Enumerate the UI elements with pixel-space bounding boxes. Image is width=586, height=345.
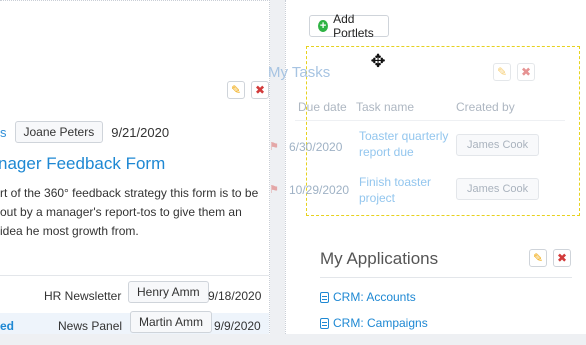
list-item-type: HR Newsletter [44,289,122,303]
list-item[interactable]: HR Newsletter Henry Amm 9/18/2020 [0,281,269,309]
flag-icon: ⚑ [269,141,279,153]
created-by-badge[interactable]: James Cook [456,178,540,200]
bottom-bar [0,334,586,345]
my-applications-actions: ✎ ✖ [529,249,571,267]
delete-button[interactable]: ✖ [251,81,269,99]
delete-button[interactable]: ✖ [553,249,571,267]
list-divider [0,275,269,276]
author-badge[interactable]: Henry Amm [128,281,209,303]
app-link[interactable]: CRM: Campaigns [320,316,428,330]
dragged-portlet-title[interactable]: My Tasks [268,64,330,81]
task-due-date: 10/29/2020 [289,183,350,197]
my-applications-title: My Applications [320,249,439,268]
close-icon: ✖ [520,65,532,79]
database-icon [320,317,329,329]
list-item-type: News Panel [58,319,123,333]
column-header-created-by[interactable]: Created by [456,100,515,114]
list-item-title[interactable]: ed [0,319,14,333]
list-item-date: 9/18/2020 [208,289,262,303]
column-header-task-name[interactable]: Task name [356,100,414,114]
task-due-date: 6/30/2020 [289,140,343,154]
list-item-date: 9/9/2020 [214,319,261,333]
author-badge[interactable]: Martin Amm [130,311,213,333]
author-badge[interactable]: Joane Peters [14,121,104,143]
flag-icon: ⚑ [269,184,279,196]
edit-button[interactable]: ✎ [529,249,547,267]
item-tag[interactable]: s [0,125,7,140]
pencil-icon: ✎ [532,251,544,265]
table-divider [295,120,565,121]
portlet-actions: ✎ ✖ [227,81,269,99]
edit-button[interactable]: ✎ [227,81,245,99]
pencil-icon: ✎ [496,65,508,79]
database-icon [320,291,329,303]
move-cursor-icon: ✥ [370,51,386,71]
created-by-badge[interactable]: James Cook [456,134,540,156]
close-icon: ✖ [254,83,266,97]
item-title[interactable]: nager Feedback Form [0,154,165,174]
app-link-label: CRM: Campaigns [333,316,428,330]
app-link-label: CRM: Accounts [333,290,416,304]
pencil-icon: ✎ [230,83,242,97]
app-link[interactable]: CRM: Accounts [320,290,416,304]
item-date: 9/21/2020 [111,124,170,140]
edit-button[interactable]: ✎ [493,63,511,81]
list-item[interactable]: ed News Panel Martin Amm 9/9/2020 [0,311,269,335]
column-header-due-date[interactable]: Due date [298,100,347,114]
plus-circle-icon: + [318,20,329,32]
delete-button[interactable]: ✖ [517,63,535,81]
content-portlet: ✎ ✖ s Joane Peters 9/21/2020 nager Feedb… [0,0,270,335]
item-meta: s Joane Peters 9/21/2020 [0,121,169,143]
task-name-link[interactable]: Toaster quarterly report due [359,128,454,160]
add-portlets-button[interactable]: + Add Portlets [309,12,389,40]
dragged-portlet-actions: ✎ ✖ [493,63,535,81]
close-icon: ✖ [556,251,568,265]
divider [320,277,572,278]
item-description: rt of the 360° feedback strategy this fo… [0,186,259,238]
task-name-link[interactable]: Finish toaster project [359,174,454,206]
add-portlets-label: Add Portlets [333,12,374,40]
